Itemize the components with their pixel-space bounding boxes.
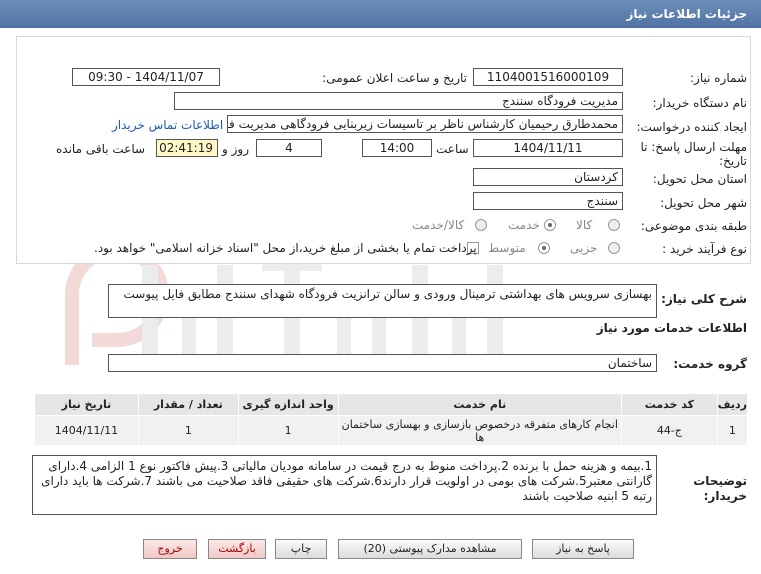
purchase-label: نوع فرآیند خرید :: [662, 242, 747, 256]
category-radio-goods[interactable]: [608, 219, 620, 231]
service-group-field: ساختمان: [108, 354, 657, 372]
remaining-label: ساعت باقی مانده: [56, 142, 146, 156]
time-label: ساعت: [436, 142, 469, 156]
buyer-notes-label: توضیحات: [693, 474, 747, 488]
creator-label: ایجاد کننده درخواست:: [636, 120, 747, 134]
creator-field: محمدطارق رحیمیان کارشناس ناظر بر تاسیسات…: [227, 115, 623, 133]
col-date: تاریخ نیاز: [34, 393, 139, 416]
announce-field: 1404/11/07 - 09:30: [72, 68, 220, 86]
page-header: جزئیات اطلاعات نیاز: [0, 0, 761, 28]
purchase-radio-minor[interactable]: [608, 242, 620, 254]
cell-row: 1: [716, 415, 749, 446]
reply-button[interactable]: پاسخ به نیاز: [532, 539, 634, 559]
days-label: روز و: [222, 142, 249, 156]
exit-button[interactable]: خروج: [143, 539, 197, 559]
category-service-label: خدمت: [508, 218, 540, 232]
cell-name: انجام کارهای متفرقه درخصوص بازسازی و بهس…: [337, 415, 622, 446]
category-radio-service[interactable]: [544, 219, 556, 231]
purchase-minor-label: جزیی: [570, 241, 598, 255]
table-header-row: ردیف کد خدمت نام خدمت واحد اندازه گیری ت…: [34, 393, 749, 416]
col-name: نام خدمت: [337, 393, 622, 416]
buyer-contact-link[interactable]: اطلاعات تماس خریدار: [112, 118, 223, 132]
need-number-label: شماره نیاز:: [690, 71, 747, 85]
deadline-time-field: 14:00: [362, 139, 432, 157]
buyer-org-field: مدیریت فرودگاه سنندج: [174, 92, 623, 110]
category-both-label: کالا/خدمت: [412, 218, 465, 232]
category-radio-both[interactable]: [475, 219, 487, 231]
cell-unit: 1: [237, 415, 339, 446]
print-button[interactable]: چاپ: [275, 539, 327, 559]
days-field: 4: [256, 139, 322, 157]
col-code: کد خدمت: [620, 393, 718, 416]
remaining-time-field: 02:41:19: [156, 139, 218, 157]
purchase-medium-label: متوسط: [488, 241, 526, 255]
purchase-radio-medium[interactable]: [538, 242, 550, 254]
buyer-notes-field: 1.بیمه و هزینه حمل با برنده 2.پرداخت منو…: [32, 455, 657, 515]
col-qty: تعداد / مقدار: [137, 393, 239, 416]
table-row: 1 ج-44 انجام کارهای متفرقه درخصوص بازساز…: [34, 415, 749, 446]
cell-qty: 1: [137, 415, 239, 446]
deadline-date-field: 1404/11/11: [473, 139, 623, 157]
city-field: سنندج: [473, 192, 623, 210]
buyer-notes-label-2: خریدار:: [703, 489, 747, 503]
cell-date: 1404/11/11: [34, 415, 139, 446]
province-label: استان محل تحویل:: [652, 172, 747, 186]
category-goods-label: کالا: [576, 218, 593, 232]
need-number-field: 1104001516000109: [473, 68, 623, 86]
deadline-label: مهلت ارسال پاسخ: تا: [640, 140, 747, 154]
col-row: ردیف: [716, 393, 749, 416]
services-table: ردیف کد خدمت نام خدمت واحد اندازه گیری ت…: [34, 393, 749, 446]
announce-label: تاریخ و ساعت اعلان عمومی:: [322, 71, 467, 85]
deadline-date-label: تاریخ:: [719, 154, 747, 168]
page-title: جزئیات اطلاعات نیاز: [626, 7, 747, 21]
view-documents-button[interactable]: مشاهده مدارک پیوستی (20): [338, 539, 522, 559]
summary-field: بهسازی سرویس های بهداشتی ترمینال ورودی و…: [108, 284, 657, 318]
summary-label: شرح کلی نیاز:: [661, 292, 747, 306]
cell-code: ج-44: [620, 415, 718, 446]
treasury-note: پرداخت تمام یا بخشی از مبلغ خرید،از محل …: [94, 241, 477, 255]
province-field: کردستان: [473, 168, 623, 186]
service-group-label: گروه خدمت:: [673, 357, 747, 371]
buyer-org-label: نام دستگاه خریدار:: [652, 96, 748, 110]
back-button[interactable]: بازگشت: [208, 539, 266, 559]
city-label: شهر محل تحویل:: [660, 196, 747, 210]
col-unit: واحد اندازه گیری: [237, 393, 339, 416]
category-label: طبقه بندی موضوعی:: [640, 219, 747, 233]
services-title: اطلاعات خدمات مورد نیاز: [596, 321, 747, 335]
